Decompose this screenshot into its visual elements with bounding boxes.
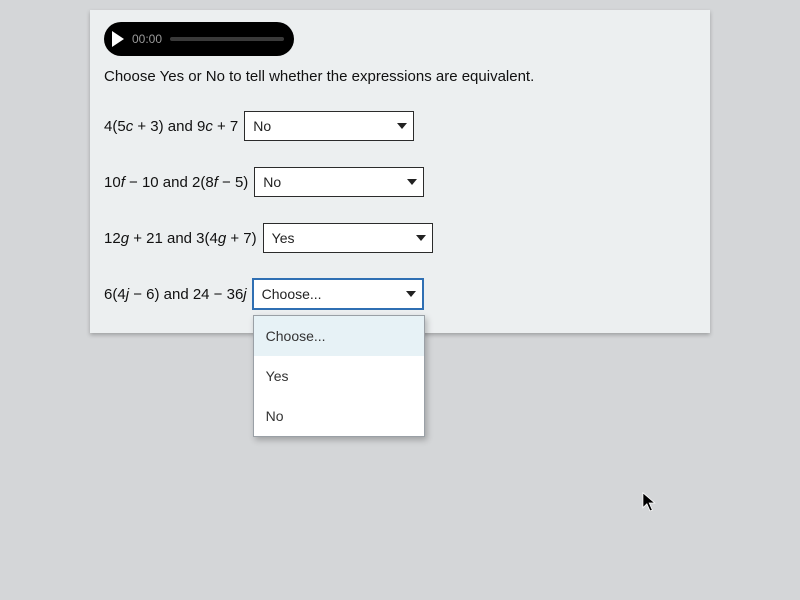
chevron-down-icon xyxy=(406,291,416,297)
audio-player[interactable]: 00:00 xyxy=(104,22,294,56)
select-value: Yes xyxy=(272,230,295,246)
expression-text: 10f − 10 and 2(8f − 5) xyxy=(104,174,248,191)
audio-progress-track[interactable] xyxy=(170,37,284,41)
dropdown-option-no[interactable]: No xyxy=(254,396,424,436)
audio-time: 00:00 xyxy=(132,32,162,46)
answer-select-4[interactable]: Choose... xyxy=(253,279,423,309)
answer-select-2[interactable]: No xyxy=(254,167,424,197)
select-value: No xyxy=(253,118,271,134)
instruction-text: Choose Yes or No to tell whether the exp… xyxy=(104,68,696,85)
dropdown-option-yes[interactable]: Yes xyxy=(254,356,424,396)
mouse-cursor-icon xyxy=(642,492,658,514)
play-icon[interactable] xyxy=(112,31,124,47)
question-row: 4(5c + 3) and 9c + 7 No xyxy=(104,111,696,141)
question-row: 12g + 21 and 3(4g + 7) Yes xyxy=(104,223,696,253)
expression-text: 12g + 21 and 3(4g + 7) xyxy=(104,230,257,247)
answer-select-3[interactable]: Yes xyxy=(263,223,433,253)
chevron-down-icon xyxy=(407,179,417,185)
answer-dropdown[interactable]: Choose... Yes No xyxy=(253,315,425,437)
dropdown-option-choose[interactable]: Choose... xyxy=(254,316,424,356)
chevron-down-icon xyxy=(416,235,426,241)
answer-select-1[interactable]: No xyxy=(244,111,414,141)
question-row: 10f − 10 and 2(8f − 5) No xyxy=(104,167,696,197)
chevron-down-icon xyxy=(397,123,407,129)
question-row: 6(4j − 6) and 24 − 36j Choose... xyxy=(104,279,696,309)
select-value: Choose... xyxy=(262,286,322,302)
expression-text: 6(4j − 6) and 24 − 36j xyxy=(104,286,247,303)
select-value: No xyxy=(263,174,281,190)
quiz-panel: 00:00 Choose Yes or No to tell whether t… xyxy=(90,10,710,333)
expression-text: 4(5c + 3) and 9c + 7 xyxy=(104,118,238,135)
